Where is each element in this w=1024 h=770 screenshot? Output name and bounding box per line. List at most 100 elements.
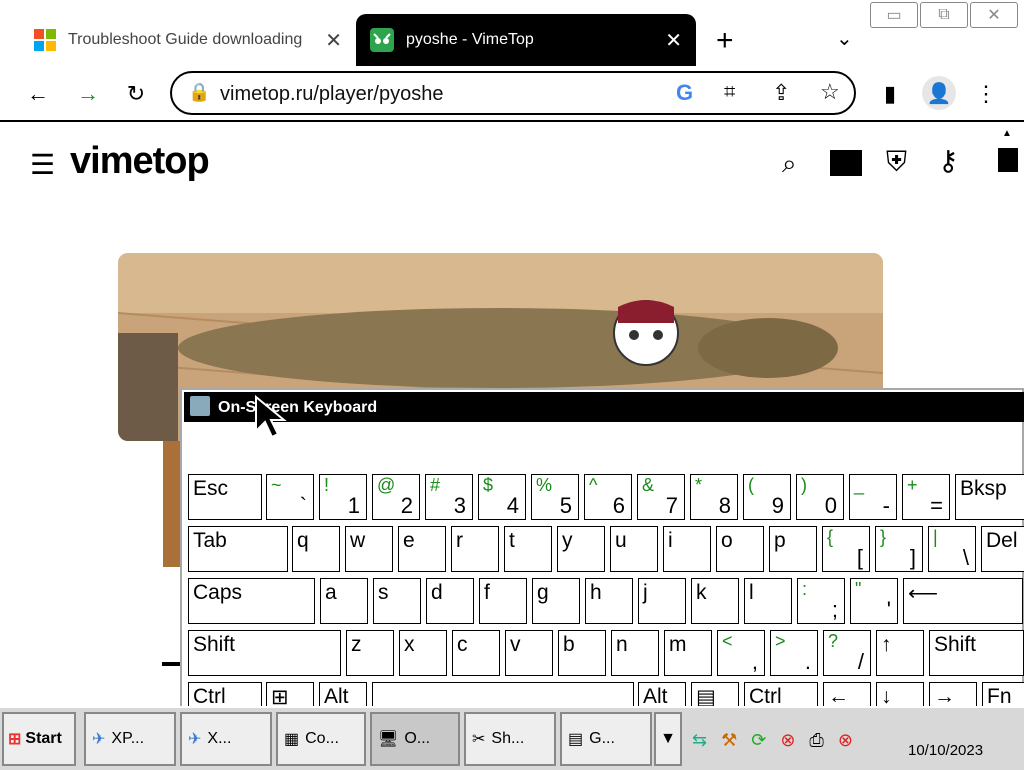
key-key[interactable]: * 8 [690, 474, 738, 520]
taskbar-item[interactable]: ▤ G... [560, 712, 652, 766]
key-key[interactable]: h [585, 578, 633, 624]
taskbar-item[interactable]: ✈ XP... [84, 712, 176, 766]
key-key[interactable]: s [373, 578, 421, 624]
close-tab-icon[interactable]: ✕ [325, 28, 342, 53]
taskbar-item-active[interactable]: 🖥 O... [370, 712, 460, 766]
close-tab-icon[interactable]: ✕ [665, 28, 682, 53]
back-icon[interactable]: ← [24, 80, 52, 108]
key-key[interactable]: {[ [822, 526, 870, 572]
tab-vimetop[interactable]: pyoshe - VimeTop ✕ [356, 14, 696, 66]
tray-tools-icon[interactable]: ⚒ [721, 730, 737, 751]
fullscreen-icon[interactable] [830, 150, 862, 176]
key-key[interactable]: }] [875, 526, 923, 572]
osk-title-bar[interactable]: On-Screen Keyboard [184, 392, 1024, 422]
taskbar-item[interactable]: ✂ Sh... [464, 712, 556, 766]
taskbar-item[interactable]: ✈ X... [180, 712, 272, 766]
scroll-up-arrow-icon[interactable]: ▲ [1002, 128, 1012, 139]
lock-icon[interactable]: 🔒 [188, 82, 210, 103]
key-key[interactable]: $4 [478, 474, 526, 520]
key-key[interactable]: _ - [849, 474, 897, 520]
google-icon[interactable]: G [676, 80, 693, 106]
key-key[interactable]: Bksp [955, 474, 1024, 520]
key-key[interactable]: & 7 [637, 474, 685, 520]
key-key[interactable]: Del [981, 526, 1024, 572]
key-key[interactable]: <, [717, 630, 765, 676]
url-text[interactable]: vimetop.ru/player/pyoshe [220, 83, 443, 106]
hamburger-menu-icon[interactable]: ☰ [30, 148, 55, 181]
key-key[interactable]: r [451, 526, 499, 572]
new-tab-icon[interactable]: + [716, 24, 734, 58]
profile-avatar-icon[interactable]: 👤 [922, 76, 956, 110]
key-key[interactable]: f [479, 578, 527, 624]
share-icon[interactable]: ⇪ [772, 80, 790, 106]
key-key[interactable]: (9 [743, 474, 791, 520]
key-key[interactable]: ~ ` [266, 474, 314, 520]
key-key[interactable]: " ' [850, 578, 898, 624]
key-icon[interactable]: ⚷ [938, 144, 959, 177]
clipped-icon[interactable] [998, 148, 1018, 172]
key-key[interactable]: i [663, 526, 711, 572]
key-key[interactable]: % 5 [531, 474, 579, 520]
key-key[interactable]: u [610, 526, 658, 572]
reload-icon[interactable]: ↻ [122, 80, 150, 108]
key-key[interactable]: Shift [929, 630, 1024, 676]
menu-kebab-icon[interactable]: ⋮ [972, 80, 1000, 108]
tray-volume-error-icon[interactable]: ⊗ [838, 730, 853, 751]
key-key[interactable]: p [769, 526, 817, 572]
key-key[interactable]: >. [770, 630, 818, 676]
key-key[interactable]: z [346, 630, 394, 676]
key-key[interactable]: m [664, 630, 712, 676]
taskbar-item[interactable]: ▦ Co... [276, 712, 366, 766]
key-key[interactable]: a [320, 578, 368, 624]
key-key[interactable]: Caps [188, 578, 315, 624]
shield-icon[interactable]: ⛨ [886, 146, 907, 179]
key-key[interactable]: j [638, 578, 686, 624]
start-button[interactable]: ⊞ Start [2, 712, 76, 766]
key-key[interactable]: x [399, 630, 447, 676]
key-key[interactable]: t [504, 526, 552, 572]
site-logo[interactable]: vimetop [70, 140, 210, 183]
key-key[interactable]: v [505, 630, 553, 676]
key-key[interactable]: w [345, 526, 393, 572]
key-key[interactable]: ? / [823, 630, 871, 676]
key-key[interactable]: l [744, 578, 792, 624]
key-key[interactable]: b [558, 630, 606, 676]
key-key[interactable]: c [452, 630, 500, 676]
search-icon[interactable]: ⌕ [782, 148, 797, 180]
address-bar[interactable]: 🔒 vimetop.ru/player/pyoshe G ⌗ ⇪ ☆ [170, 71, 856, 115]
key-key[interactable]: g [532, 578, 580, 624]
close-window-icon[interactable]: ✕ [970, 2, 1018, 28]
minimize-icon[interactable]: ▭ [870, 2, 918, 28]
key-key[interactable]: q [292, 526, 340, 572]
key-key[interactable]: y [557, 526, 605, 572]
key-key[interactable]: ! 1 [319, 474, 367, 520]
bookmark-star-icon[interactable]: ☆ [820, 79, 840, 105]
tray-network-error-icon[interactable]: ⊗ [780, 730, 795, 751]
key-key[interactable]: ) 0 [796, 474, 844, 520]
key-key[interactable]: Tab [188, 526, 288, 572]
key-key[interactable]: @2 [372, 474, 420, 520]
restore-icon[interactable]: ⧉ [920, 2, 968, 28]
tab-troubleshoot-guide[interactable]: Troubleshoot Guide downloading ✕ [20, 14, 356, 66]
side-panel-icon[interactable]: ▮ [876, 80, 904, 108]
key-key[interactable]: Esc [188, 474, 262, 520]
tray-network-icon[interactable]: ⇆ [692, 730, 707, 751]
key-key[interactable]: Shift [188, 630, 341, 676]
tray-refresh-icon[interactable]: ⟳ [751, 730, 766, 751]
key-key[interactable]: k [691, 578, 739, 624]
tray-printer-icon[interactable]: ⎙ [809, 730, 823, 751]
key-key[interactable]: ↑ [876, 630, 924, 676]
key-key[interactable]: ⟵ [903, 578, 1023, 624]
forward-icon[interactable]: → [74, 80, 102, 108]
tab-search-chevron-icon[interactable]: ⌄ [836, 26, 853, 51]
key-key[interactable]: e [398, 526, 446, 572]
taskbar-overflow-icon[interactable]: ▼ [654, 712, 682, 766]
translate-icon[interactable]: ⌗ [724, 81, 735, 104]
key-key[interactable]: d [426, 578, 474, 624]
key-key[interactable]: o [716, 526, 764, 572]
key-key[interactable]: | \ [928, 526, 976, 572]
key-key[interactable]: :; [797, 578, 845, 624]
key-key[interactable]: ^ 6 [584, 474, 632, 520]
key-key[interactable]: #3 [425, 474, 473, 520]
key-key[interactable]: n [611, 630, 659, 676]
